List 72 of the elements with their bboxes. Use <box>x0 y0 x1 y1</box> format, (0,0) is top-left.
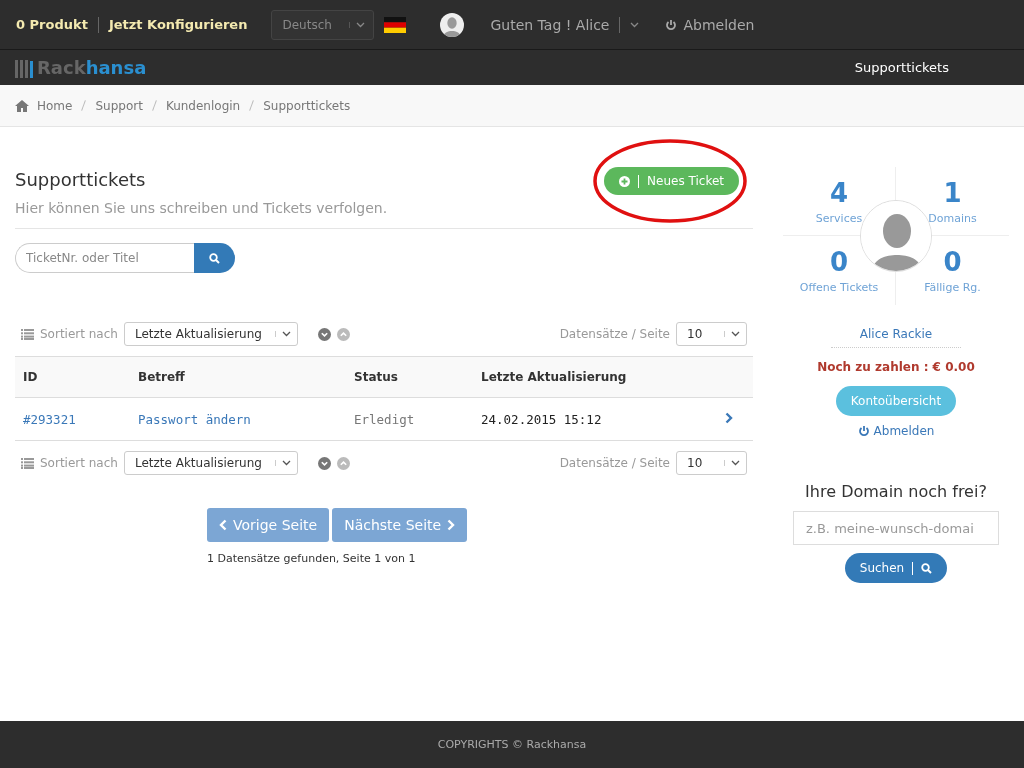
domain-search-button[interactable]: Suchen <box>844 553 948 583</box>
search-button[interactable] <box>194 243 235 273</box>
brand-name: Rack <box>37 57 86 78</box>
new-ticket-button[interactable]: Neues Ticket <box>604 167 739 195</box>
language-select[interactable]: Deutsch <box>271 9 375 40</box>
page-subtitle: Hier können Sie uns schreiben und Tickets verfolgen. <box>15 200 388 216</box>
stat-label[interactable]: Services <box>815 211 863 225</box>
breadcrumb-link[interactable]: Home <box>37 98 73 113</box>
power-icon <box>665 18 678 31</box>
account-name[interactable]: Alice Rackie <box>831 327 961 348</box>
stat-value: 4 <box>829 177 849 208</box>
ticket-search-field[interactable]: TicketNr. oder Titel <box>15 243 194 273</box>
column-header: Betreff <box>130 356 346 398</box>
balance-text: Noch zu zahlen : € 0.00 <box>817 360 975 374</box>
table-cell[interactable]: #293321 <box>15 397 130 441</box>
caret-icon <box>731 331 740 337</box>
sidebar-logout-link[interactable]: Abmelden <box>857 424 935 438</box>
footer-text: COPYRIGHTS © Rackhansa <box>0 721 1024 768</box>
avatar-icon <box>440 12 465 37</box>
caret-icon <box>630 21 640 28</box>
sort-label: Sortiert nach <box>40 327 118 341</box>
chevron-down-icon[interactable] <box>317 456 331 470</box>
sort-select[interactable]: Letzte Aktualisierung <box>123 322 298 346</box>
next-page-button[interactable]: Nächste Seite <box>332 508 468 542</box>
logo-icon <box>15 57 33 78</box>
caret-icon <box>281 331 291 337</box>
plus-circle-icon <box>619 175 631 187</box>
page-title: Supporttickets <box>15 169 147 190</box>
user-menu[interactable]: Guten Tag ! Alice <box>490 16 610 33</box>
search-icon <box>209 252 220 264</box>
cart-link[interactable]: 0 Produkt <box>16 17 88 32</box>
column-header: ID <box>15 356 130 398</box>
table-cell: 24.02.2015 15:12 <box>473 397 717 441</box>
per-page-label: Datensätze / Seite <box>559 456 670 470</box>
power-icon <box>857 425 870 437</box>
stat-value: 1 <box>943 177 962 208</box>
caret-icon <box>356 21 366 28</box>
stat-value: 0 <box>829 247 849 277</box>
sort-select[interactable]: Letzte Aktualisierung <box>123 451 298 475</box>
chevron-left-icon <box>219 519 227 531</box>
brand-suffix: hansa <box>85 57 147 78</box>
chevron-right-icon[interactable] <box>724 411 733 424</box>
per-page-select[interactable]: 10 <box>676 322 747 346</box>
table-cell[interactable]: Passwort ändern <box>130 397 346 441</box>
stat-label[interactable]: Fällige Rg. <box>924 281 981 294</box>
stat-label[interactable]: Offene Tickets <box>799 281 879 294</box>
stat-label[interactable]: Domains <box>928 211 977 225</box>
flag-icon[interactable] <box>384 16 407 33</box>
table-cell: Erledigt <box>346 397 473 441</box>
caret-icon <box>281 460 291 466</box>
chevron-right-icon <box>447 519 456 531</box>
list-icon <box>21 328 34 340</box>
home-icon <box>15 99 29 112</box>
search-icon <box>921 562 933 574</box>
logout-link[interactable]: Abmelden <box>665 16 755 33</box>
results-summary: 1 Datensätze gefunden, Seite 1 von 1 <box>207 552 416 565</box>
column-header: Status <box>346 356 473 398</box>
chevron-down-icon[interactable] <box>317 327 331 341</box>
list-icon <box>21 457 34 469</box>
per-page-select[interactable]: 10 <box>676 451 747 475</box>
per-page-label: Datensätze / Seite <box>559 327 670 341</box>
domain-title: Ihre Domain noch frei? <box>805 482 987 501</box>
domain-field[interactable]: z.B. meine-wunsch-domai <box>793 511 999 545</box>
breadcrumb-link[interactable]: Kundenlogin <box>165 98 241 113</box>
sort-label: Sortiert nach <box>40 456 118 470</box>
stat-value: 0 <box>943 247 962 277</box>
caret-icon <box>731 460 740 466</box>
previous-page-button[interactable]: Vorige Seite <box>207 508 330 542</box>
nav-link[interactable]: Supporttickets <box>854 60 949 75</box>
column-header: Letzte Aktualisierung <box>473 356 717 398</box>
configure-link[interactable]: Jetzt Konfigurieren <box>108 17 248 32</box>
breadcrumb-link[interactable]: Support <box>95 98 143 113</box>
